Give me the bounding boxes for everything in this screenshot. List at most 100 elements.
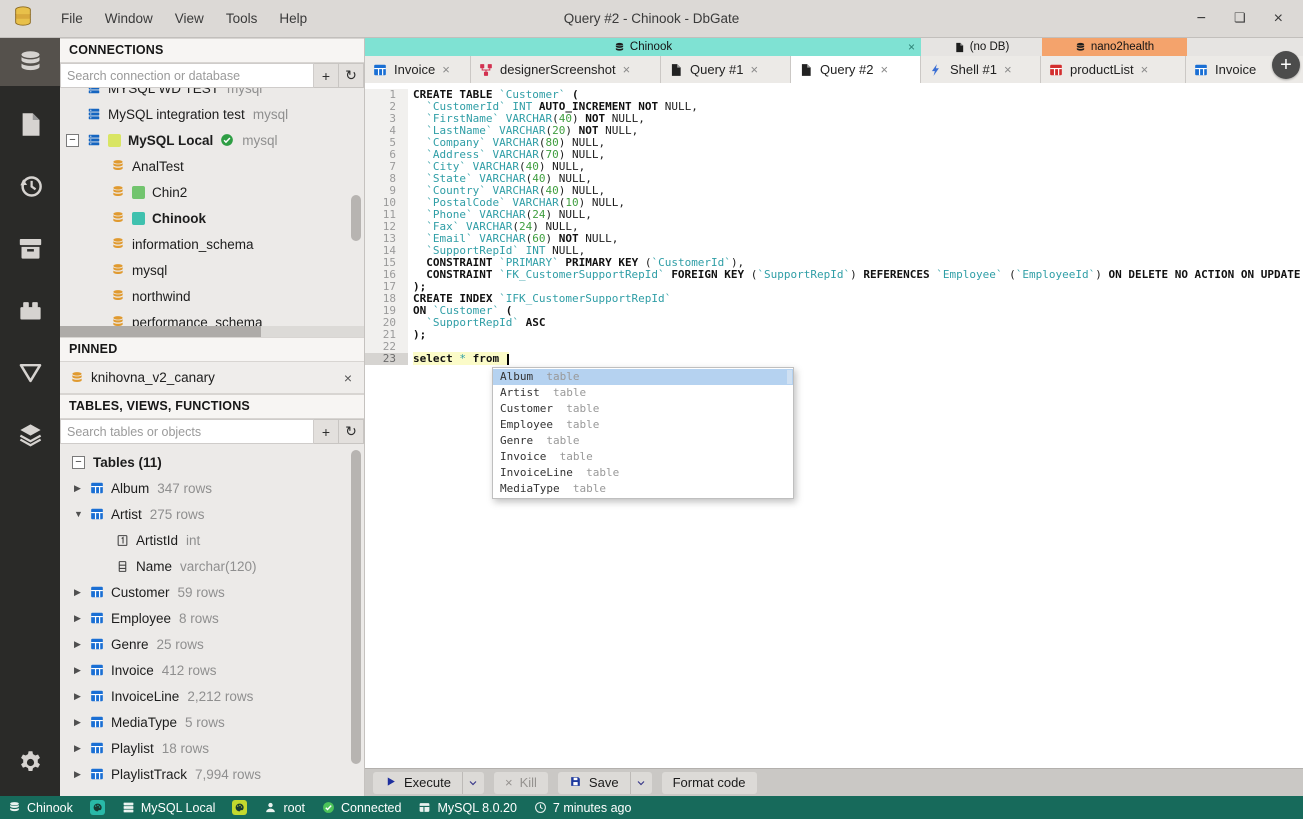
- connections-hscrollbar[interactable]: [60, 326, 364, 337]
- chevron-right-icon[interactable]: ▶: [72, 587, 90, 598]
- table-row[interactable]: ▼ Artist 275 rows: [60, 501, 364, 527]
- close-tab-button[interactable]: ×: [1141, 62, 1149, 77]
- connections-search-input[interactable]: [60, 63, 314, 88]
- database-item[interactable]: information_schema: [60, 231, 364, 257]
- scroll-thumb[interactable]: [60, 326, 261, 337]
- autocomplete-item[interactable]: Invoice table: [493, 449, 793, 465]
- database-item[interactable]: Chinook: [60, 205, 364, 231]
- close-button[interactable]: ×: [1274, 10, 1283, 27]
- save-button[interactable]: Save: [557, 771, 630, 794]
- autocomplete-item[interactable]: MediaType table: [493, 481, 793, 497]
- column-row[interactable]: ArtistId int: [60, 527, 364, 553]
- new-tab-button[interactable]: +: [1272, 51, 1300, 79]
- collapse-box-icon[interactable]: −: [66, 133, 79, 147]
- minimize-button[interactable]: −: [1197, 10, 1206, 27]
- tab-invoice[interactable]: Invoice ×: [365, 56, 471, 83]
- close-tab-button[interactable]: ×: [880, 62, 888, 77]
- chevron-right-icon[interactable]: ▶: [72, 483, 90, 494]
- refresh-tables-button[interactable]: ↻: [339, 419, 364, 444]
- autocomplete-item[interactable]: InvoiceLine table: [493, 465, 793, 481]
- tab-group-chinook[interactable]: Chinook ×: [365, 38, 921, 56]
- collapse-box-icon[interactable]: −: [72, 455, 85, 469]
- database-item[interactable]: AnalTest: [60, 153, 364, 179]
- chevron-right-icon[interactable]: ▶: [72, 717, 90, 728]
- theme-color-badge[interactable]: [232, 800, 248, 815]
- add-table-button[interactable]: +: [314, 419, 339, 444]
- tab-label: productList: [1070, 62, 1134, 77]
- autocomplete-item[interactable]: Customer table: [493, 401, 793, 417]
- format-code-button[interactable]: Format code: [661, 771, 757, 794]
- statusbar-mysql-local: MySQL Local: [122, 801, 215, 815]
- tab-query-1[interactable]: Query #1 ×: [661, 56, 791, 83]
- table-row[interactable]: ▶ InvoiceLine 2,212 rows: [60, 683, 364, 709]
- kill-button[interactable]: × Kill: [493, 771, 548, 794]
- tab-productlist[interactable]: productList ×: [1041, 56, 1186, 83]
- autocomplete-scrollbar[interactable]: [787, 370, 792, 384]
- autocomplete-item[interactable]: Employee table: [493, 417, 793, 433]
- table-row[interactable]: ▶ PlaylistTrack 7,994 rows: [60, 761, 364, 787]
- activity-plugins-icon[interactable]: [0, 286, 60, 334]
- autocomplete-item[interactable]: Artist table: [493, 385, 793, 401]
- tab-designerscreenshot[interactable]: designerScreenshot ×: [471, 56, 661, 83]
- tables-group-row[interactable]: − Tables (11): [60, 449, 364, 475]
- chevron-right-icon[interactable]: ▶: [72, 665, 90, 676]
- activity-layers-icon[interactable]: [0, 410, 60, 458]
- connection-item[interactable]: MySQL integration test mysql: [60, 101, 364, 127]
- menu-view[interactable]: View: [164, 7, 215, 30]
- activity-file-icon[interactable]: [0, 100, 60, 148]
- tables-search-input[interactable]: [60, 419, 314, 444]
- autocomplete-item[interactable]: Genre table: [493, 433, 793, 449]
- table-row[interactable]: ▶ Customer 59 rows: [60, 579, 364, 605]
- execute-dropdown-button[interactable]: [461, 771, 484, 794]
- database-item[interactable]: northwind: [60, 283, 364, 309]
- theme-color-badge[interactable]: [89, 800, 105, 815]
- restore-button[interactable]: ❏: [1234, 11, 1246, 27]
- menu-help[interactable]: Help: [268, 7, 318, 30]
- chevron-down-icon[interactable]: ▼: [72, 509, 90, 519]
- connection-item[interactable]: MYSQL WD TEST mysql: [60, 88, 364, 101]
- refresh-connections-button[interactable]: ↻: [339, 63, 364, 88]
- activity-archive-icon[interactable]: [0, 224, 60, 272]
- tab-query-2[interactable]: Query #2 ×: [791, 56, 921, 83]
- chevron-right-icon[interactable]: ▶: [72, 639, 90, 650]
- activity-settings-gear-icon[interactable]: [0, 738, 60, 786]
- tables-scrollbar[interactable]: [351, 450, 361, 764]
- tab-group--no-db-[interactable]: (no DB): [921, 38, 1042, 56]
- database-item[interactable]: mysql: [60, 257, 364, 283]
- activity-database-icon[interactable]: [0, 38, 60, 86]
- table-row[interactable]: ▶ Playlist 18 rows: [60, 735, 364, 761]
- table-row[interactable]: ▶ MediaType 5 rows: [60, 709, 364, 735]
- sql-editor[interactable]: 1 CREATE TABLE `Customer` (2 `CustomerId`…: [365, 83, 1303, 768]
- pinned-item[interactable]: knihovna_v2_canary ×: [60, 362, 364, 394]
- table-row[interactable]: ▶ Genre 25 rows: [60, 631, 364, 657]
- table-row[interactable]: ▶ Invoice 412 rows: [60, 657, 364, 683]
- autocomplete-item[interactable]: Album table: [493, 369, 793, 385]
- line-number: 3: [365, 113, 408, 125]
- table-row[interactable]: ▶ Album 347 rows: [60, 475, 364, 501]
- activity-history-icon[interactable]: [0, 162, 60, 210]
- close-tab-button[interactable]: ×: [1004, 62, 1012, 77]
- chevron-right-icon[interactable]: ▶: [72, 769, 90, 780]
- close-tab-button[interactable]: ×: [442, 62, 450, 77]
- connections-scrollbar[interactable]: [351, 195, 361, 241]
- close-group-button[interactable]: ×: [908, 40, 915, 54]
- connection-item[interactable]: − MySQL Local mysql: [60, 127, 364, 153]
- tab-group-nano2health[interactable]: nano2health: [1042, 38, 1187, 56]
- chevron-right-icon[interactable]: ▶: [72, 743, 90, 754]
- menu-file[interactable]: File: [50, 7, 94, 30]
- chevron-right-icon[interactable]: ▶: [72, 613, 90, 624]
- menu-window[interactable]: Window: [94, 7, 164, 30]
- table-row[interactable]: ▶ Employee 8 rows: [60, 605, 364, 631]
- activity-filter-icon[interactable]: [0, 348, 60, 396]
- database-item[interactable]: Chin2: [60, 179, 364, 205]
- close-tab-button[interactable]: ×: [623, 62, 631, 77]
- close-tab-button[interactable]: ×: [750, 62, 758, 77]
- save-dropdown-button[interactable]: [629, 771, 652, 794]
- column-row[interactable]: Name varchar(120): [60, 553, 364, 579]
- menu-tools[interactable]: Tools: [215, 7, 269, 30]
- add-connection-button[interactable]: +: [314, 63, 339, 88]
- execute-button[interactable]: Execute: [373, 771, 462, 794]
- chevron-right-icon[interactable]: ▶: [72, 691, 90, 702]
- tab-shell-1[interactable]: Shell #1 ×: [921, 56, 1041, 83]
- unpin-button[interactable]: ×: [344, 370, 352, 386]
